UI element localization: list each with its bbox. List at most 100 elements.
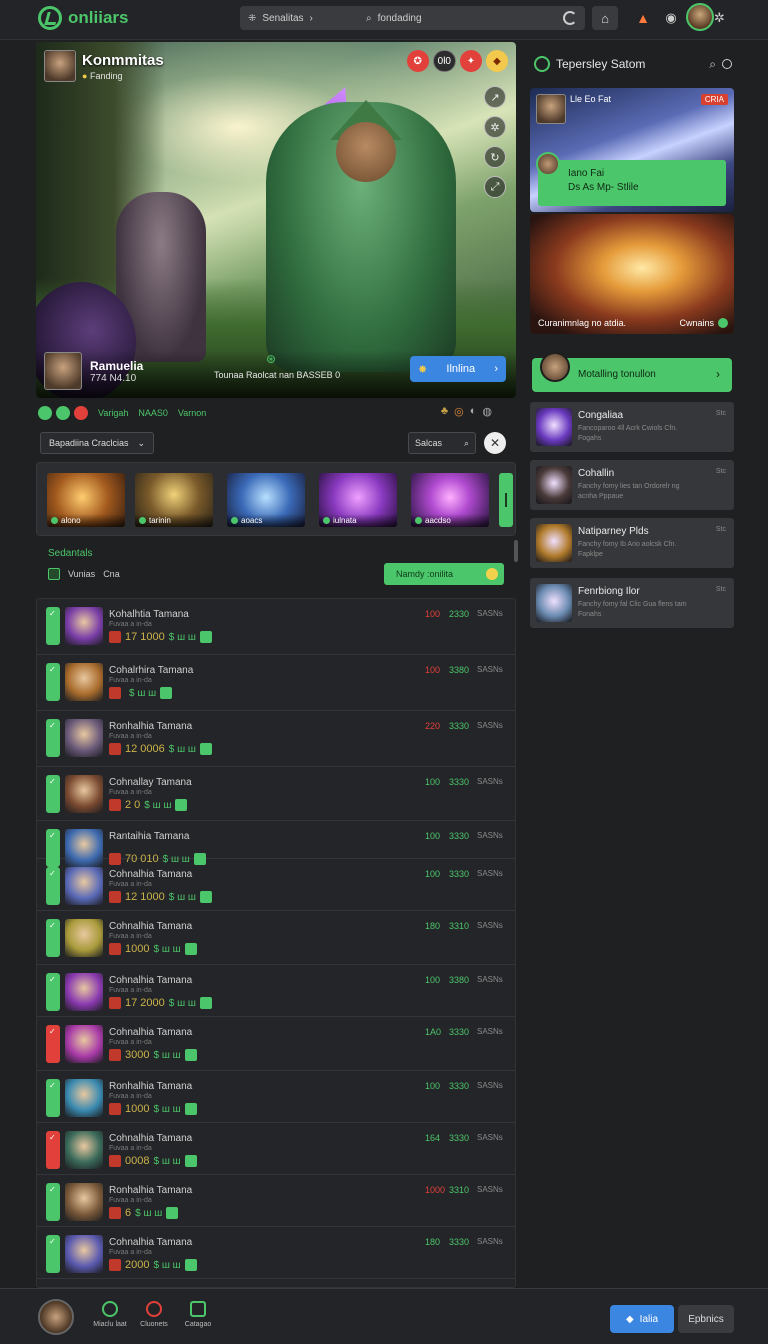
category-select[interactable]: Bapadiina Craclcias ⌄ bbox=[40, 432, 154, 454]
right-title: Tepersley Satom bbox=[556, 57, 646, 71]
gear-icon[interactable]: ✲ bbox=[714, 10, 725, 26]
tab-clans[interactable]: Cluonets bbox=[132, 1301, 176, 1328]
strip-label-1[interactable]: Varigah bbox=[98, 408, 128, 418]
carousel-card-label: aacdso bbox=[411, 514, 489, 527]
info-icon[interactable]: ◐ bbox=[470, 405, 477, 418]
news-thumbnail bbox=[536, 584, 572, 622]
carousel-card[interactable]: aoacs bbox=[227, 473, 305, 527]
logo-icon bbox=[38, 6, 62, 30]
checkbox[interactable] bbox=[48, 568, 60, 580]
table-row[interactable]: Ronhalhia TamanaFuvaa a in-da1000$ ш ш10… bbox=[37, 1071, 515, 1123]
app-logo[interactable]: onliiars bbox=[38, 6, 128, 30]
hero-cta-button[interactable]: ✸ Ilnlina › bbox=[410, 356, 506, 382]
table-row[interactable]: Cohnalhia TamanaFuvaa a in-da 2000$ ш ш 18… bbox=[37, 1227, 515, 1279]
circle-icon[interactable] bbox=[722, 59, 732, 69]
settings-icon[interactable]: ✲ bbox=[484, 116, 506, 138]
toggle-shield-icon[interactable] bbox=[56, 406, 70, 420]
home-icon: ⌂ bbox=[601, 10, 609, 26]
expand-icon[interactable]: ⤢ bbox=[484, 176, 506, 198]
tab-home[interactable]: Miaclu laat bbox=[88, 1301, 132, 1328]
table-row[interactable]: Ronhalhia TamanaFuvaa a in-da 6$ ш ш 10003… bbox=[37, 1175, 515, 1227]
table-row[interactable]: Cohnalhia TamanaFuvaa a in-da 12 1000$ ш … bbox=[37, 859, 515, 911]
featured-thumbnail bbox=[536, 94, 566, 124]
featured-card-panel[interactable]: Iano Fai Ds As Mp- Stlile bbox=[538, 160, 726, 206]
row-value-2: 3330 bbox=[449, 1237, 470, 1247]
right-cta-button[interactable]: Motalling tonullon › bbox=[532, 352, 732, 392]
target-icon[interactable]: ◎ bbox=[454, 405, 464, 418]
search-input[interactable]: ⌕ fondading bbox=[366, 13, 563, 24]
compass-icon[interactable]: ◍ bbox=[482, 405, 492, 418]
leaf-icon[interactable]: ♣ bbox=[441, 405, 448, 418]
user-avatar[interactable] bbox=[686, 3, 714, 31]
carousel-card[interactable]: iulnata bbox=[319, 473, 397, 527]
hero-title: Konmmitas bbox=[82, 51, 164, 69]
table-row[interactable]: Cohalrhira TamanaFuvaa a in-da $ ш ш 100 33… bbox=[37, 655, 515, 711]
hero-carousel: alono tarinin aoacs iulnata aacdso bbox=[36, 462, 516, 536]
news-title: Natiparney Plds bbox=[578, 526, 649, 537]
refresh-icon[interactable]: ↻ bbox=[484, 146, 506, 168]
breadcrumb[interactable]: ⁜ Senalitas › bbox=[248, 13, 366, 24]
carousel-card-label: iulnata bbox=[319, 514, 397, 527]
news-summary: Fanchy fomy fal Clic Gua flens tam Fonah… bbox=[578, 601, 687, 618]
row-value-1: 100 bbox=[425, 1081, 441, 1091]
featured-card[interactable]: Lle Eo Fat CRIA Iano Fai Ds As Mp- Stlil… bbox=[530, 88, 734, 212]
strip-label-3[interactable]: Varnon bbox=[178, 408, 206, 418]
home-button[interactable]: ⌂ bbox=[592, 6, 618, 30]
news-item[interactable]: Natiparney Plds Fanchy fomy Ib Ario aolcs… bbox=[530, 518, 734, 568]
news-item[interactable]: Congaliaa Fancoparoo 4ll Acrk Cwiols Cfn.… bbox=[530, 402, 734, 452]
close-icon[interactable]: ✕ bbox=[484, 432, 506, 454]
carousel-card[interactable]: alono bbox=[47, 473, 125, 527]
carousel-card[interactable]: tarinin bbox=[135, 473, 213, 527]
profile-avatar[interactable] bbox=[38, 1299, 74, 1335]
secondary-button[interactable]: Epbnics bbox=[678, 1305, 734, 1333]
row-avatar bbox=[65, 919, 103, 957]
castle-icon bbox=[184, 1049, 197, 1061]
hero-subtitle: ● Fanding bbox=[82, 70, 123, 81]
reload-icon[interactable] bbox=[563, 11, 577, 25]
notification-icon[interactable]: ◉ bbox=[658, 6, 684, 30]
table-row[interactable]: Cohnalhia TamanaFuvaa a in-da 1000$ ш ш 18… bbox=[37, 911, 515, 965]
fire-icon[interactable]: ▲ bbox=[630, 6, 656, 30]
table-row[interactable]: Rantaihia Tamana70 010$ ш ш1003330SASNs bbox=[37, 821, 515, 867]
table-row[interactable]: Cohnallay TamanaFuvaa a in-da 2 0$ ш ш 100… bbox=[37, 767, 515, 821]
row-stats: 2 0 $ ш ш bbox=[109, 799, 188, 811]
hero-banner[interactable]: Konmmitas ● Fanding ✪ 0l0 ✦ ◆ ↗ ✲ ↻ ⤢ Ra… bbox=[36, 42, 516, 398]
list-search-input[interactable]: Salcas ⌕ bbox=[408, 432, 476, 454]
table-row[interactable]: Cohnalhia TamanaFuvaa a in-da 17 2000$ ш … bbox=[37, 965, 515, 1017]
news-item[interactable]: Fenrbiong Ilor Fanchy fomy fal Clic Gua f… bbox=[530, 578, 734, 628]
table-row[interactable]: Cohnalhia Tamana$ ш ш10003310SASNs bbox=[37, 1279, 515, 1287]
table-row[interactable]: Cohnalhia TamanaFuvaa a in-da 3000$ ш ш 1A… bbox=[37, 1017, 515, 1071]
resource-icons: $ ш ш bbox=[153, 1049, 181, 1061]
primary-button[interactable]: ◆ Ialia bbox=[610, 1305, 674, 1333]
section-filter[interactable]: Vunias Cna bbox=[48, 568, 120, 580]
table-row[interactable]: Ronhalhia TamanaFuvaa a in-da 12 0006$ ш … bbox=[37, 711, 515, 767]
table-row[interactable]: Kohalhtia TamanaFuvaa a in-da 17 1000$ ш … bbox=[37, 599, 515, 655]
status-dot-icon bbox=[415, 517, 422, 525]
address-bar[interactable]: ⁜ Senalitas › ⌕ fondading bbox=[240, 6, 585, 30]
row-stats-value: 17 1000 bbox=[125, 631, 165, 643]
row-value-2: 3380 bbox=[449, 975, 470, 985]
hero-player[interactable]: Ramuelia 774 N4.10 bbox=[44, 352, 143, 390]
toggle-red-icon[interactable] bbox=[74, 406, 88, 420]
sword-icon bbox=[109, 743, 121, 755]
news-item[interactable]: Cohallin Fanchy fomy lies tan Ordorelr ng… bbox=[530, 460, 734, 510]
carousel-next-button[interactable] bbox=[499, 473, 513, 527]
battle-card[interactable]: Curanimnlag no atdia. Cwnains bbox=[530, 214, 734, 334]
share-icon[interactable]: ↗ bbox=[484, 86, 506, 108]
strip-label-2[interactable]: NAAS0 bbox=[138, 408, 168, 418]
news-title: Fenrbiong Ilor bbox=[578, 586, 640, 597]
gem-badge[interactable]: ◆ bbox=[486, 50, 508, 72]
right-cta-label: Motalling tonullon bbox=[578, 369, 656, 380]
star-badge[interactable]: ✦ bbox=[460, 50, 482, 72]
table-row[interactable]: Cohnalhia TamanaFuvaa a in-da 0008$ ш ш 16… bbox=[37, 1123, 515, 1175]
section-cta-button[interactable]: Namdy :onilita bbox=[384, 563, 504, 585]
row-subtitle: Fuvaa a in-da bbox=[109, 621, 152, 628]
alert-badge[interactable]: ✪ bbox=[406, 50, 429, 72]
count-badge[interactable]: 0l0 bbox=[432, 50, 456, 72]
row-title: Cohalrhira Tamana bbox=[109, 665, 194, 676]
toggle-green-icon[interactable] bbox=[38, 406, 52, 420]
carousel-card[interactable]: aacdso bbox=[411, 473, 489, 527]
scrollbar[interactable] bbox=[514, 540, 518, 562]
tab-catalog[interactable]: Catagao bbox=[176, 1301, 220, 1328]
search-icon[interactable]: ⌕ bbox=[709, 57, 716, 72]
